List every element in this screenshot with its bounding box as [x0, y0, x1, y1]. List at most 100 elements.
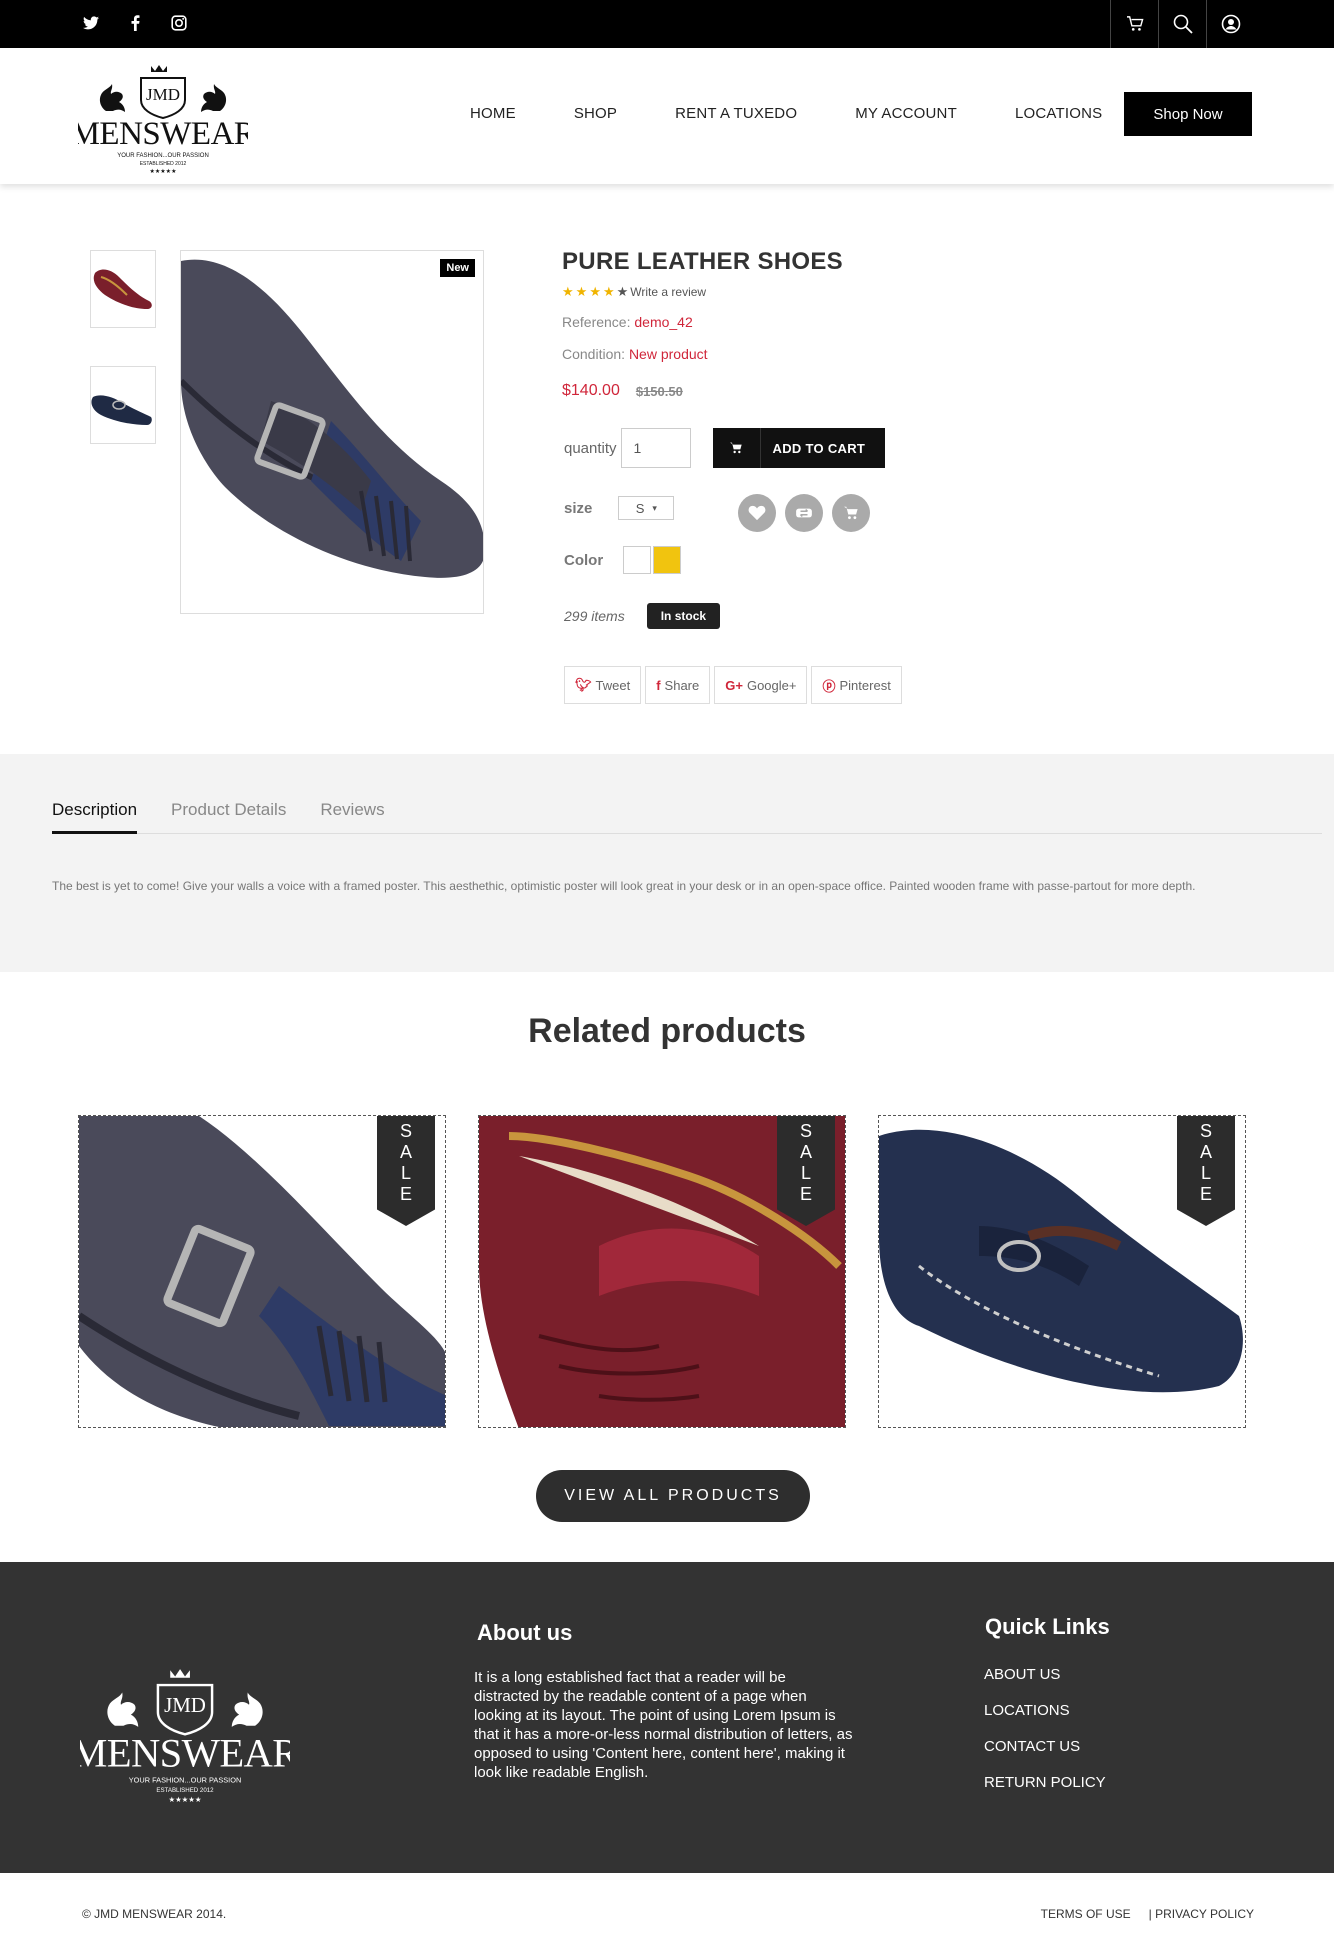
- site-header: JMD MENSWEAR YOUR FASHION...OUR PASSION …: [0, 48, 1334, 184]
- share-buttons: 🐦︎ Tweet f Share G+ Google+ ⓟ Pinterest: [564, 666, 902, 704]
- size-label: size: [564, 499, 593, 517]
- sale-label: SALE: [799, 1121, 812, 1204]
- cart-icon[interactable]: [832, 494, 870, 532]
- quick-link-contact-us[interactable]: CONTACT US: [984, 1738, 1106, 1755]
- instagram-icon[interactable]: [168, 12, 190, 34]
- shop-now-button[interactable]: Shop Now: [1124, 92, 1252, 136]
- footer-logo-tagline: YOUR FASHION...OUR PASSION: [129, 1775, 242, 1784]
- share-facebook-label: Share: [664, 677, 700, 693]
- privacy-policy-link[interactable]: | PRIVACY POLICY: [1149, 1907, 1254, 1921]
- user-icon[interactable]: [1206, 0, 1254, 48]
- product-info: PURE LEATHER SHOES ★ ★ ★ ★ ★ Write a rev…: [562, 248, 1082, 704]
- twitter-icon[interactable]: [80, 12, 102, 34]
- sale-label: SALE: [399, 1121, 412, 1204]
- facebook-icon[interactable]: [124, 12, 146, 34]
- add-to-cart-button[interactable]: ADD TO CART: [712, 428, 885, 468]
- footer-logo-wordmark: MENSWEAR: [80, 1730, 290, 1775]
- rating: ★ ★ ★ ★ ★ Write a review: [562, 284, 1082, 300]
- logo-tagline: YOUR FASHION...OUR PASSION: [117, 153, 209, 159]
- quick-link-locations[interactable]: LOCATIONS: [984, 1702, 1106, 1719]
- current-price: $140.00: [562, 382, 620, 399]
- compare-icon[interactable]: [785, 494, 823, 532]
- reference-row: Reference: demo_42: [562, 314, 1082, 330]
- new-badge: New: [440, 259, 475, 277]
- star-icon: ★: [589, 284, 601, 299]
- share-google-plus-button[interactable]: G+ Google+: [714, 666, 808, 704]
- product-main-image[interactable]: New: [180, 250, 484, 614]
- quick-links-title: Quick Links: [985, 1614, 1110, 1639]
- color-label: Color: [564, 551, 604, 569]
- product-thumbnail[interactable]: [90, 366, 156, 444]
- write-review-link[interactable]: Write a review: [630, 285, 706, 299]
- condition-label: Condition:: [562, 346, 626, 362]
- star-icon: ★: [575, 284, 588, 299]
- nav-rent-a-tuxedo[interactable]: RENT A TUXEDO: [675, 105, 797, 122]
- add-to-cart-label: ADD TO CART: [772, 440, 866, 456]
- description-text: The best is yet to come! Give your walls…: [52, 879, 1196, 893]
- sale-ribbon: SALE: [377, 1116, 435, 1226]
- related-product-card[interactable]: SALE: [478, 1115, 846, 1428]
- search-icon[interactable]: [1158, 0, 1206, 48]
- sale-ribbon: SALE: [777, 1116, 835, 1226]
- footer: JMD MENSWEAR YOUR FASHION...OUR PASSION …: [0, 1562, 1334, 1873]
- share-pinterest-label: Pinterest: [839, 677, 891, 693]
- size-select[interactable]: S ▾: [618, 496, 675, 520]
- nav-my-account[interactable]: MY ACCOUNT: [855, 105, 957, 122]
- sale-label: SALE: [1199, 1121, 1212, 1204]
- quantity-label: quantity: [564, 439, 617, 457]
- share-facebook-button[interactable]: f Share: [645, 666, 711, 704]
- social-links: [80, 12, 190, 34]
- nav-home[interactable]: HOME: [470, 105, 516, 122]
- condition-row: Condition: New product: [562, 346, 1082, 362]
- reference-label: Reference:: [562, 314, 631, 330]
- footer-logo-initials: JMD: [164, 1693, 206, 1717]
- related-products-title: Related products: [528, 1012, 806, 1050]
- quick-link-about-us[interactable]: ABOUT US: [984, 1666, 1106, 1683]
- sale-ribbon: SALE: [1177, 1116, 1235, 1226]
- star-icon: ★: [562, 284, 574, 299]
- nav-shop[interactable]: SHOP: [574, 105, 617, 122]
- quantity-input[interactable]: 1: [620, 428, 691, 468]
- footer-logo[interactable]: JMD MENSWEAR YOUR FASHION...OUR PASSION …: [71, 1658, 301, 1818]
- stock-badge: In stock: [646, 603, 721, 629]
- logo-initials: JMD: [146, 85, 180, 104]
- color-row: Color: [564, 546, 682, 574]
- quantity-row: quantity 1 ADD TO CART: [564, 428, 885, 468]
- quick-link-return-policy[interactable]: RETURN POLICY: [984, 1774, 1106, 1791]
- product-thumbnail[interactable]: [90, 250, 156, 328]
- about-us-text: It is a long established fact that a rea…: [474, 1669, 853, 1781]
- color-swatch-white[interactable]: [623, 546, 652, 574]
- reference-value: demo_42: [634, 314, 693, 330]
- share-google-label: Google+: [746, 677, 797, 693]
- terms-of-use-link[interactable]: TERMS OF USE: [1041, 1907, 1131, 1921]
- legal-links: TERMS OF USE | PRIVACY POLICY: [1041, 1907, 1254, 1921]
- color-swatch-yellow[interactable]: [653, 546, 682, 574]
- related-product-card[interactable]: SALE: [78, 1115, 446, 1428]
- old-price: $150.50: [635, 383, 683, 399]
- share-twitter-button[interactable]: 🐦︎ Tweet: [564, 666, 642, 704]
- logo-established: ESTABLISHED 2012: [140, 161, 187, 167]
- nav-locations[interactable]: LOCATIONS: [1015, 105, 1102, 122]
- star-empty-icon: ★: [616, 284, 629, 299]
- view-all-products-button[interactable]: VIEW ALL PRODUCTS: [536, 1470, 810, 1522]
- related-product-card[interactable]: SALE: [878, 1115, 1246, 1428]
- twitter-icon: 🐦︎: [575, 677, 592, 692]
- product-actions: [738, 494, 870, 532]
- pinterest-icon: ⓟ: [822, 678, 836, 694]
- tab-reviews[interactable]: Reviews: [320, 800, 384, 834]
- wishlist-heart-icon[interactable]: [738, 494, 776, 532]
- svg-text:★★★★★: ★★★★★: [150, 168, 177, 175]
- tab-bar: Description Product Details Reviews: [52, 800, 1322, 834]
- tab-description[interactable]: Description: [52, 800, 138, 834]
- cart-icon[interactable]: [1110, 0, 1158, 48]
- stock-row: 299 items In stock: [564, 603, 721, 629]
- site-logo[interactable]: JMD MENSWEAR YOUR FASHION...OUR PASSION …: [71, 56, 256, 176]
- cart-icon: [713, 428, 761, 468]
- copyright: © JMD MENSWEAR 2014.: [82, 1907, 227, 1921]
- size-value: S: [635, 500, 645, 516]
- quick-links: ABOUT US LOCATIONS CONTACT US RETURN POL…: [984, 1666, 1106, 1810]
- product-title: PURE LEATHER SHOES: [562, 248, 843, 275]
- share-pinterest-button[interactable]: ⓟ Pinterest: [811, 666, 902, 704]
- size-row: size S ▾: [564, 496, 675, 520]
- tab-product-details[interactable]: Product Details: [171, 800, 286, 834]
